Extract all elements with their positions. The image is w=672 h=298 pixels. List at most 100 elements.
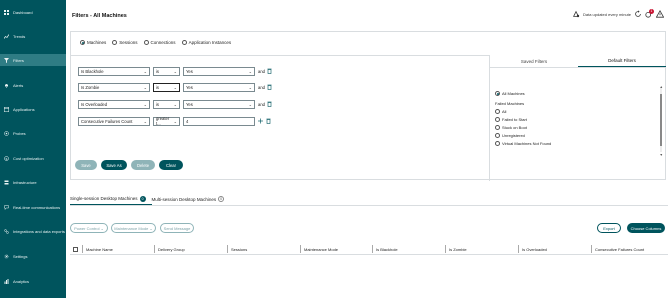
default-filter-item[interactable]: Failed to Start: [495, 115, 551, 123]
radio-icon[interactable]: [495, 140, 500, 146]
delete-button[interactable]: Delete: [131, 160, 155, 170]
analytics-icon: [4, 278, 9, 284]
trash-icon[interactable]: [267, 101, 272, 107]
notification-count-badge: 1: [649, 9, 654, 14]
sidebar-item-filters[interactable]: Filters: [0, 54, 66, 66]
trash-icon[interactable]: [267, 68, 272, 74]
sidebar-item-label: Settings: [13, 253, 28, 259]
radio-icon[interactable]: [143, 40, 149, 45]
sidebar-item-alerts[interactable]: Alerts: [0, 79, 66, 91]
save-as-button[interactable]: Save As: [101, 160, 127, 170]
column-header-consecutive-failures-count[interactable]: Consecutive Failures Count: [595, 243, 644, 255]
export-button[interactable]: Export: [597, 223, 621, 233]
filter-type-label: Connections: [150, 40, 176, 45]
scrollbar-thumb[interactable]: [660, 94, 662, 146]
radio-icon[interactable]: [181, 40, 187, 45]
chevron-down-icon: ⌄: [248, 84, 252, 90]
value-input[interactable]: 4: [183, 116, 255, 126]
default-filter-item[interactable]: Virtual Machines Not Found: [495, 139, 551, 147]
radio-icon[interactable]: [495, 90, 500, 96]
data-refresh-status-icon[interactable]: [572, 10, 580, 18]
default-filter-item[interactable]: Stuck on Boot: [495, 123, 551, 131]
column-header-sessions[interactable]: Sessions: [231, 243, 247, 255]
tab-label: Multi-session Desktop Machines: [151, 196, 217, 202]
sidebar-item-probes[interactable]: Probes: [0, 127, 66, 139]
radio-icon[interactable]: [80, 40, 85, 45]
sidebar-item-real-time-communications[interactable]: Real-time communications: [0, 201, 66, 213]
operator-select[interactable]: is ⌄: [153, 82, 180, 92]
operator-select[interactable]: is ⌄: [153, 66, 180, 76]
sidebar-item-analytics[interactable]: Analytics: [0, 275, 66, 287]
trash-icon[interactable]: [266, 118, 271, 124]
column-divider: [372, 245, 373, 253]
value-select-value: Yes: [186, 68, 193, 74]
radio-icon[interactable]: [495, 132, 500, 138]
column-header-delivery-group[interactable]: Delivery Group: [158, 243, 185, 255]
tab-default-filters[interactable]: Default Filters: [578, 55, 666, 67]
value-select[interactable]: Yes ⌄: [183, 82, 255, 92]
button-label: Maintenance Mode: [114, 225, 149, 231]
clear-button[interactable]: Clear: [159, 160, 183, 170]
column-header-is-zombie[interactable]: Is Zombie: [449, 243, 467, 255]
scrollbar[interactable]: [660, 88, 662, 152]
sidebar-item-label: Analytics: [13, 278, 30, 284]
notifications-icon[interactable]: 1: [645, 9, 654, 18]
sidebar-item-integrations[interactable]: Integrations and data exports: [0, 225, 66, 237]
operator-select[interactable]: is ⌄: [153, 99, 180, 109]
count-badge: 0: [218, 196, 225, 202]
column-header-machine-name[interactable]: Machine Name: [86, 243, 113, 255]
maintenance-mode-button[interactable]: Maintenance Mode ⌄: [111, 223, 156, 233]
operator-select[interactable]: greater t... ⌄: [153, 116, 180, 126]
column-header-is-blackhole[interactable]: Is Blackhole: [376, 243, 398, 255]
machines-table-header: Machine Name Delivery Group Sessions Mai…: [70, 243, 668, 255]
power-control-button[interactable]: Power Control ⌄: [70, 223, 108, 233]
tab-saved-filters[interactable]: Saved Filters: [490, 55, 578, 67]
send-message-button[interactable]: Send Message: [160, 223, 194, 233]
radio-icon[interactable]: [495, 124, 500, 130]
radio-icon[interactable]: [495, 108, 500, 114]
column-header-is-overloaded[interactable]: Is Overloaded: [522, 243, 547, 255]
tab-single-session[interactable]: Single-session Desktop Machines 0: [70, 193, 152, 205]
choose-columns-button[interactable]: Choose Columns: [627, 223, 665, 233]
default-filter-item[interactable]: All: [495, 107, 551, 115]
warning-icon[interactable]: [656, 10, 664, 18]
infrastructure-icon: [4, 180, 9, 185]
column-header-maintenance-mode[interactable]: Maintenance Mode: [304, 243, 338, 255]
saved-filters-panel: Saved Filters Default Filters All Machin…: [489, 55, 666, 181]
trash-icon[interactable]: [267, 84, 272, 90]
save-button[interactable]: Save: [75, 160, 97, 170]
field-select[interactable]: Is Overloaded ⌄: [78, 99, 150, 109]
filter-type-connections[interactable]: Connections: [143, 40, 176, 45]
sidebar-item-cost-optimization[interactable]: $ Cost optimization: [0, 152, 66, 164]
button-label: Power Control: [74, 225, 100, 231]
filter-type-application-instances[interactable]: Application Instances: [181, 40, 231, 45]
scroll-down-icon[interactable]: ▼: [660, 153, 663, 157]
field-select[interactable]: Is Blackhole ⌄: [78, 66, 150, 76]
filter-type-selector: Machines Sessions Connections Applicatio…: [80, 40, 237, 45]
checkbox-icon[interactable]: [73, 246, 78, 252]
session-type-tabs: Single-session Desktop Machines 0 Multi-…: [70, 193, 668, 206]
radio-icon[interactable]: [112, 40, 118, 45]
sidebar-item-settings[interactable]: Settings: [0, 250, 66, 262]
tab-multi-session[interactable]: Multi-session Desktop Machines 0: [152, 193, 231, 205]
app-root: Dashboard Trends Filters Alerts Applicat…: [0, 0, 672, 298]
value-select[interactable]: Yes ⌄: [183, 99, 255, 109]
sidebar-item-trends[interactable]: Trends: [0, 30, 66, 42]
default-filter-all-machines[interactable]: All Machines: [495, 89, 551, 97]
value-select[interactable]: Yes ⌄: [183, 66, 255, 76]
saved-filters-tabs: Saved Filters Default Filters: [490, 55, 666, 68]
sidebar-item-infrastructure[interactable]: Infrastructure: [0, 176, 66, 188]
add-filter-icon[interactable]: [258, 118, 264, 124]
sidebar-item-label: Infrastructure: [13, 179, 37, 185]
field-select[interactable]: Is Zombie ⌄: [78, 82, 150, 92]
cost-icon: $: [4, 155, 9, 161]
sidebar-item-dashboard[interactable]: Dashboard: [0, 6, 66, 18]
filter-type-sessions[interactable]: Sessions: [112, 40, 138, 45]
default-filter-item[interactable]: Unregistered: [495, 131, 551, 139]
filter-type-machines[interactable]: Machines: [80, 40, 106, 45]
sidebar-item-applications[interactable]: Applications: [0, 103, 66, 115]
radio-icon[interactable]: [495, 116, 500, 122]
select-all-checkbox[interactable]: [73, 243, 78, 255]
refresh-icon[interactable]: [634, 10, 642, 18]
field-select[interactable]: Consecutive Failures Count ⌄: [78, 116, 150, 126]
